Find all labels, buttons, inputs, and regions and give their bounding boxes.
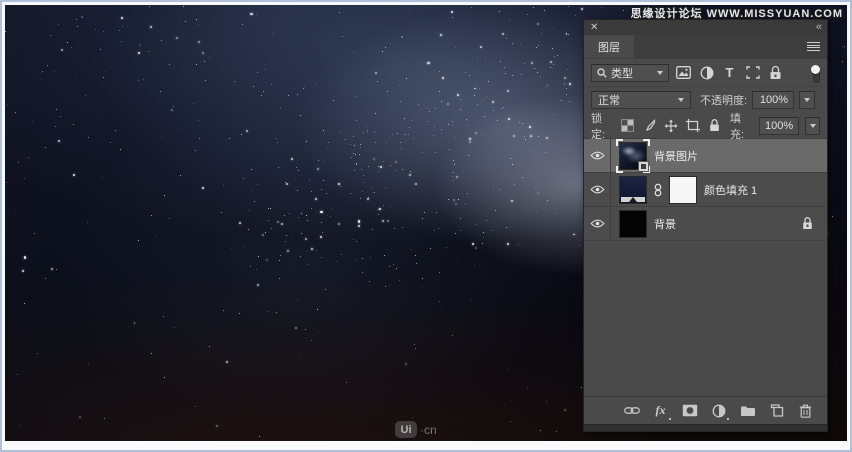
close-icon[interactable]: ✕ <box>590 22 598 33</box>
chevron-down-icon <box>657 70 663 75</box>
layer-name[interactable]: 颜色填充 1 <box>704 182 757 198</box>
lock-artboard-icon[interactable] <box>685 117 701 134</box>
chevron-down-icon <box>809 123 816 128</box>
layer-name[interactable]: 背景 <box>654 216 676 232</box>
screenshot-inner-border: 思缘设计论坛 WWW.MISSYUAN.COM Ui ·cn ✕ « 图层 类型 <box>2 2 850 450</box>
panel-menu-icon[interactable] <box>807 42 820 51</box>
layer-mask-thumbnail[interactable] <box>669 175 697 204</box>
filter-shape-layers-icon[interactable] <box>744 64 761 81</box>
new-group-folder-icon[interactable] <box>739 402 756 419</box>
screenshot-outer-border: 思缘设计论坛 WWW.MISSYUAN.COM Ui ·cn ✕ « 图层 类型 <box>0 0 852 452</box>
blend-mode-dropdown[interactable]: 正常 <box>591 91 691 109</box>
mask-link-chain-icon[interactable] <box>654 183 662 197</box>
layer-row-background-image[interactable]: 背景图片 <box>584 138 827 173</box>
ui-cn-logo: Ui <box>395 421 417 438</box>
layer-row-color-fill[interactable]: 颜色填充 1 <box>584 173 827 207</box>
visibility-eye-icon[interactable] <box>584 173 611 206</box>
blend-mode-value: 正常 <box>598 95 620 107</box>
fill-label: 填充: <box>730 112 745 141</box>
layers-panel: ✕ « 图层 类型 T 正常 不透明度: 100% 锁定: 填充: 100% 背… <box>583 19 828 432</box>
watermark-ui-cn: Ui ·cn <box>395 421 437 438</box>
blend-mode-bar: 正常 不透明度: 100% <box>584 87 827 113</box>
filter-type-dropdown[interactable]: 类型 <box>591 63 669 82</box>
filter-adjustment-layers-icon[interactable] <box>698 64 715 81</box>
panel-footer-toolbar: fx <box>584 396 827 424</box>
tab-layers[interactable]: 图层 <box>584 35 634 58</box>
opacity-value: 100% <box>759 94 789 106</box>
panel-tab-bar: 图层 <box>584 35 827 59</box>
layer-thumbnail-smart-object[interactable] <box>616 138 650 173</box>
add-layer-mask-icon[interactable] <box>681 402 698 419</box>
visibility-eye-icon[interactable] <box>584 207 611 240</box>
lock-bar: 锁定: 填充: 100% <box>584 112 827 141</box>
opacity-label: 不透明度: <box>700 95 748 107</box>
fill-value: 100% <box>765 119 794 132</box>
fill-slider-strip <box>621 196 645 202</box>
layer-styles-fx-icon[interactable]: fx <box>652 402 671 420</box>
layer-thumbnail-black[interactable] <box>619 209 647 238</box>
search-icon <box>597 67 607 78</box>
layer-row-background[interactable]: 背景 <box>584 207 827 241</box>
watermark-top-right: 思缘设计论坛 WWW.MISSYUAN.COM <box>630 8 843 20</box>
lock-label: 锁定: <box>591 112 606 141</box>
lock-position-move-icon[interactable] <box>663 117 679 134</box>
filter-pixel-layers-icon[interactable] <box>675 64 692 81</box>
canvas-starry-sky-image: 思缘设计论坛 WWW.MISSYUAN.COM Ui ·cn ✕ « 图层 类型 <box>5 5 847 441</box>
chevron-down-icon <box>804 98 811 102</box>
visibility-eye-icon[interactable] <box>584 139 611 172</box>
layer-thumbnail-color-fill[interactable] <box>619 175 647 204</box>
filter-type-label: 类型 <box>611 67 633 80</box>
smart-object-badge-icon <box>638 160 649 172</box>
filter-smart-object-icon[interactable] <box>767 64 784 81</box>
layer-locked-icon <box>802 217 813 230</box>
opacity-input[interactable]: 100% <box>752 91 795 109</box>
new-layer-icon[interactable] <box>768 402 785 419</box>
lock-all-icon[interactable] <box>706 117 722 134</box>
panel-bottom-edge[interactable] <box>584 424 827 431</box>
layer-filter-toggle[interactable] <box>811 64 820 83</box>
layer-name[interactable]: 背景图片 <box>654 148 698 164</box>
layer-filter-bar: 类型 T <box>584 59 827 87</box>
layers-empty-area <box>584 241 827 396</box>
filter-type-layers-icon[interactable]: T <box>721 64 738 81</box>
layers-list: 背景图片 颜色填充 1 背景 <box>584 138 827 241</box>
tab-bar-rest <box>634 35 827 58</box>
opacity-dropdown-button[interactable] <box>799 91 816 109</box>
chevron-down-icon <box>678 98 684 102</box>
panel-titlebar: ✕ « <box>584 20 827 35</box>
new-adjustment-layer-icon[interactable] <box>710 402 729 420</box>
ui-cn-suffix: ·cn <box>420 422 437 437</box>
collapse-panel-icon[interactable]: « <box>816 22 822 33</box>
fill-input[interactable]: 100% <box>759 116 800 135</box>
lock-transparent-pixels-icon[interactable] <box>620 117 636 134</box>
fill-dropdown-button[interactable] <box>805 116 821 135</box>
delete-layer-trash-icon[interactable] <box>797 402 814 419</box>
link-layers-icon[interactable] <box>623 402 640 419</box>
lock-image-pixels-brush-icon[interactable] <box>642 117 658 134</box>
